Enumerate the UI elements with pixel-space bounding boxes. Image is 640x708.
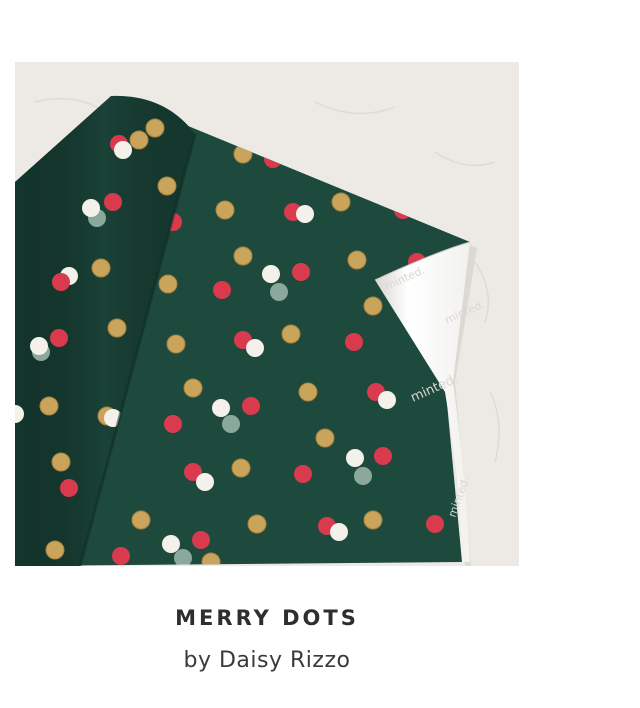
dot (296, 205, 314, 223)
dot (247, 514, 267, 534)
dot (246, 339, 264, 357)
dot (281, 324, 301, 344)
dot (183, 378, 203, 398)
dot (129, 130, 149, 150)
dot (222, 415, 240, 433)
dot (51, 452, 71, 472)
dot (212, 399, 230, 417)
dot (52, 273, 70, 291)
dot (107, 318, 127, 338)
dot (157, 176, 177, 196)
dot (331, 192, 351, 212)
dot (82, 199, 100, 217)
dot (91, 258, 111, 278)
dot (292, 263, 310, 281)
dot (270, 283, 288, 301)
product-card[interactable]: minted. minted. minted. minted. MERRY DO… (0, 0, 640, 708)
dot (347, 250, 367, 270)
dot (294, 465, 312, 483)
dot (201, 552, 221, 566)
dot (215, 200, 235, 220)
product-image[interactable]: minted. minted. minted. minted. (15, 62, 519, 566)
dot (374, 447, 392, 465)
dot (50, 329, 68, 347)
product-title[interactable]: MERRY DOTS (15, 606, 519, 630)
dot (112, 547, 130, 565)
dot (196, 473, 214, 491)
dot (158, 274, 178, 294)
dot (60, 479, 78, 497)
dot (378, 391, 396, 409)
dot (30, 337, 48, 355)
dot (426, 515, 444, 533)
dot (192, 531, 210, 549)
dot (363, 296, 383, 316)
dot (231, 458, 251, 478)
dot (162, 535, 180, 553)
dot (114, 141, 132, 159)
dot (233, 246, 253, 266)
dot (45, 540, 65, 560)
dot (166, 334, 186, 354)
dot (39, 396, 59, 416)
dot (298, 382, 318, 402)
dot (262, 265, 280, 283)
dot (363, 510, 383, 530)
dot (330, 523, 348, 541)
dot (346, 449, 364, 467)
dot (145, 118, 165, 138)
dot (213, 281, 231, 299)
dot (104, 193, 122, 211)
dot (315, 428, 335, 448)
dot (164, 415, 182, 433)
dot (131, 510, 151, 530)
dot (345, 333, 363, 351)
dot (354, 467, 372, 485)
dot (242, 397, 260, 415)
product-artist[interactable]: by Daisy Rizzo (15, 648, 519, 673)
